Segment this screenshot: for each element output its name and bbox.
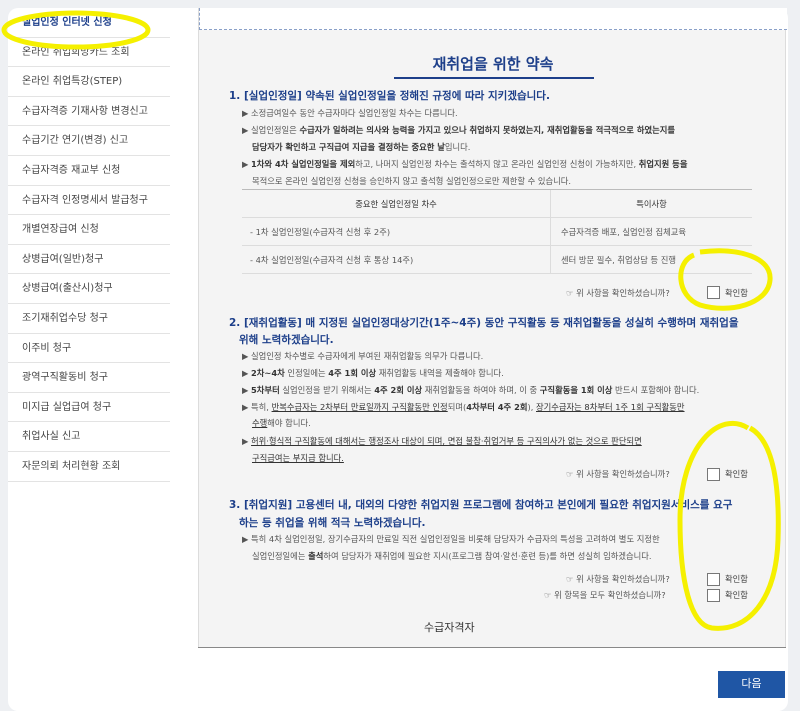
sidebar-item-sickness-childbirth[interactable]: 상병급여(출산시)청구 [8,274,170,304]
table-header-row: 중요한 실업인정일 차수 특이사항 [242,190,752,218]
sidebar-item-extended-benefit[interactable]: 개별연장급여 신청 [8,215,170,245]
confirm-all-checkbox[interactable] [707,589,720,602]
content-bottom-border [198,647,786,648]
sidebar-item-statement-issue[interactable]: 수급자격 인정명세서 발급청구 [8,186,170,216]
table-row: - 4차 실업인정일(수급자격 신청 후 통상 14주) 센터 방문 필수, 취… [242,246,752,274]
sidebar-item-relocation[interactable]: 이주비 청구 [8,334,170,364]
section2-bullet5-cont: 구직급여는 부지급 합니다. [252,453,344,463]
section1-confirm-checkbox[interactable] [707,286,720,299]
section2-heading-cont: 위해 노력하겠습니다. [239,334,334,346]
section1-bullet2-cont: 담당자가 확인하고 구직급여 지급을 결정하는 중요한 날입니다. [252,142,471,152]
sidebar-item-sickness-general[interactable]: 상병급여(일반)청구 [8,245,170,275]
sidebar-item-online-unemployment-claim[interactable]: 실업인정 인터넷 신청 [8,8,170,38]
important-dates-table: 중요한 실업인정일 차수 특이사항 - 1차 실업인정일(수급자격 신청 후 2… [242,189,752,274]
section2-bullet1: ▶ 실업인정 차수별로 수급자에게 부여된 재취업활동 의무가 다릅니다. [242,351,484,361]
next-button[interactable]: 다음 [718,671,785,698]
section2-bullet2: ▶ 2차~4차 인정일에는 4주 1회 이상 재취업활동 내역을 제출해야 합니… [242,368,504,378]
section3-confirm-label: 확인함 [725,574,748,584]
sidebar-item-job-card-inquiry[interactable]: 온라인 취업희망카드 조회 [8,38,170,68]
sidebar-item-early-reemployment[interactable]: 조기재취업수당 청구 [8,304,170,334]
confirm-all-label: 확인함 [725,590,748,600]
applicant-label: 수급자격자 [424,621,475,634]
section1-heading: 1. [실업인정일] 약속된 실업인정일을 정해진 규정에 따라 지키겠습니다. [229,90,550,102]
section2-bullet4: ▶ 특히, 반복수급자는 2차부터 만료일까지 구직활동만 인정되며(4차부터 … [242,402,685,412]
section1-confirm-question: ☞ 위 사항을 확인하셨습니까? [566,288,670,298]
section3-bullet1: ▶ 특히 4차 실업인정일, 장기수급자의 만료일 직전 실업인정일을 비롯해 … [242,534,660,544]
section2-bullet3: ▶ 5차부터 실업인정을 받기 위해서는 4주 2회 이상 재취업활동을 하여야… [242,385,700,395]
sidebar-menu: 실업인정 인터넷 신청 온라인 취업희망카드 조회 온라인 취업특강(STEP)… [8,8,170,482]
section2-bullet5: ▶ 허위·형식적 구직활동에 대해서는 행정조사 대상이 되며, 면접 불참·취… [242,436,642,446]
sidebar-item-online-step[interactable]: 온라인 취업특강(STEP) [8,67,170,97]
section1-bullet3: ▶ 1차와 4차 실업인정일을 제외하고, 나머지 실업인정 차수는 출석하지 … [242,159,688,169]
section2-confirm-label: 확인함 [725,469,748,479]
table-cell: 센터 방문 필수, 취업상담 등 진행 [561,255,677,265]
sidebar-item-wide-area-jobseeking[interactable]: 광역구직활동비 청구 [8,363,170,393]
table-row: - 1차 실업인정일(수급자격 신청 후 2주) 수급자격증 배포, 실업인정 … [242,218,752,246]
section2-heading: 2. [재취업활동] 매 지정된 실업인정대상기간(1주~4주) 동안 구직활동… [229,317,739,329]
table-header-cell: 중요한 실업인정일 차수 [242,190,551,217]
section1-bullet3-cont: 목적으로 온라인 실업인정 신청을 승인하지 않고 출석형 실업인정으로만 제한… [252,176,572,186]
sidebar-item-period-extension[interactable]: 수급기간 연기(변경) 신고 [8,126,170,156]
section1-bullet1: ▶ 소정급여일수 동안 수급자마다 실업인정일 차수는 다릅니다. [242,108,458,118]
section2-bullet4-cont: 수행해야 합니다. [252,418,311,428]
section3-confirm-question: ☞ 위 사항을 확인하셨습니까? [566,574,670,584]
sidebar-item-certificate-change[interactable]: 수급자격증 기재사항 변경신고 [8,97,170,127]
table-cell: - 1차 실업인정일(수급자격 신청 후 2주) [242,218,551,245]
section1-confirm-label: 확인함 [725,288,748,298]
sidebar-item-certificate-reissue[interactable]: 수급자격증 재교부 신청 [8,156,170,186]
section3-confirm-checkbox[interactable] [707,573,720,586]
pledge-panel: 재취업을 위한 약속 1. [실업인정일] 약속된 실업인정일을 정해진 규정에… [198,8,787,648]
table-cell: - 4차 실업인정일(수급자격 신청 후 통상 14주) [242,246,551,273]
section3-heading: 3. [취업지원] 고용센터 내, 대외의 다양한 취업지원 프로그램에 참여하… [229,499,733,511]
confirm-all-question: ☞ 위 항목을 모두 확인하셨습니까? [544,590,666,600]
sidebar-item-consultation-status[interactable]: 자문의뢰 처리현황 조회 [8,452,170,482]
section3-bullet1-cont: 실업인정일에는 출석하여 담당자가 재취업에 필요한 지시(프로그램 참여·알선… [252,551,652,561]
table-header-cell: 특이사항 [636,199,667,209]
top-dashed-box [199,8,787,30]
table-cell: 수급자격증 배포, 실업인정 집체교육 [561,227,687,237]
sidebar-item-employment-report[interactable]: 취업사실 신고 [8,422,170,452]
section1-bullet2: ▶ 실업인정일은 수급자가 일하려는 의사와 능력을 가지고 있으나 취업하지 … [242,125,676,135]
section3-heading-cont: 하는 등 취업을 위해 적극 노력하겠습니다. [239,517,426,529]
section2-confirm-checkbox[interactable] [707,468,720,481]
title-underline [394,77,594,79]
sidebar-item-unpaid-benefit[interactable]: 미지급 실업급여 청구 [8,393,170,423]
page-title: 재취업을 위한 약속 [432,55,554,73]
section2-confirm-question: ☞ 위 사항을 확인하셨습니까? [566,469,670,479]
